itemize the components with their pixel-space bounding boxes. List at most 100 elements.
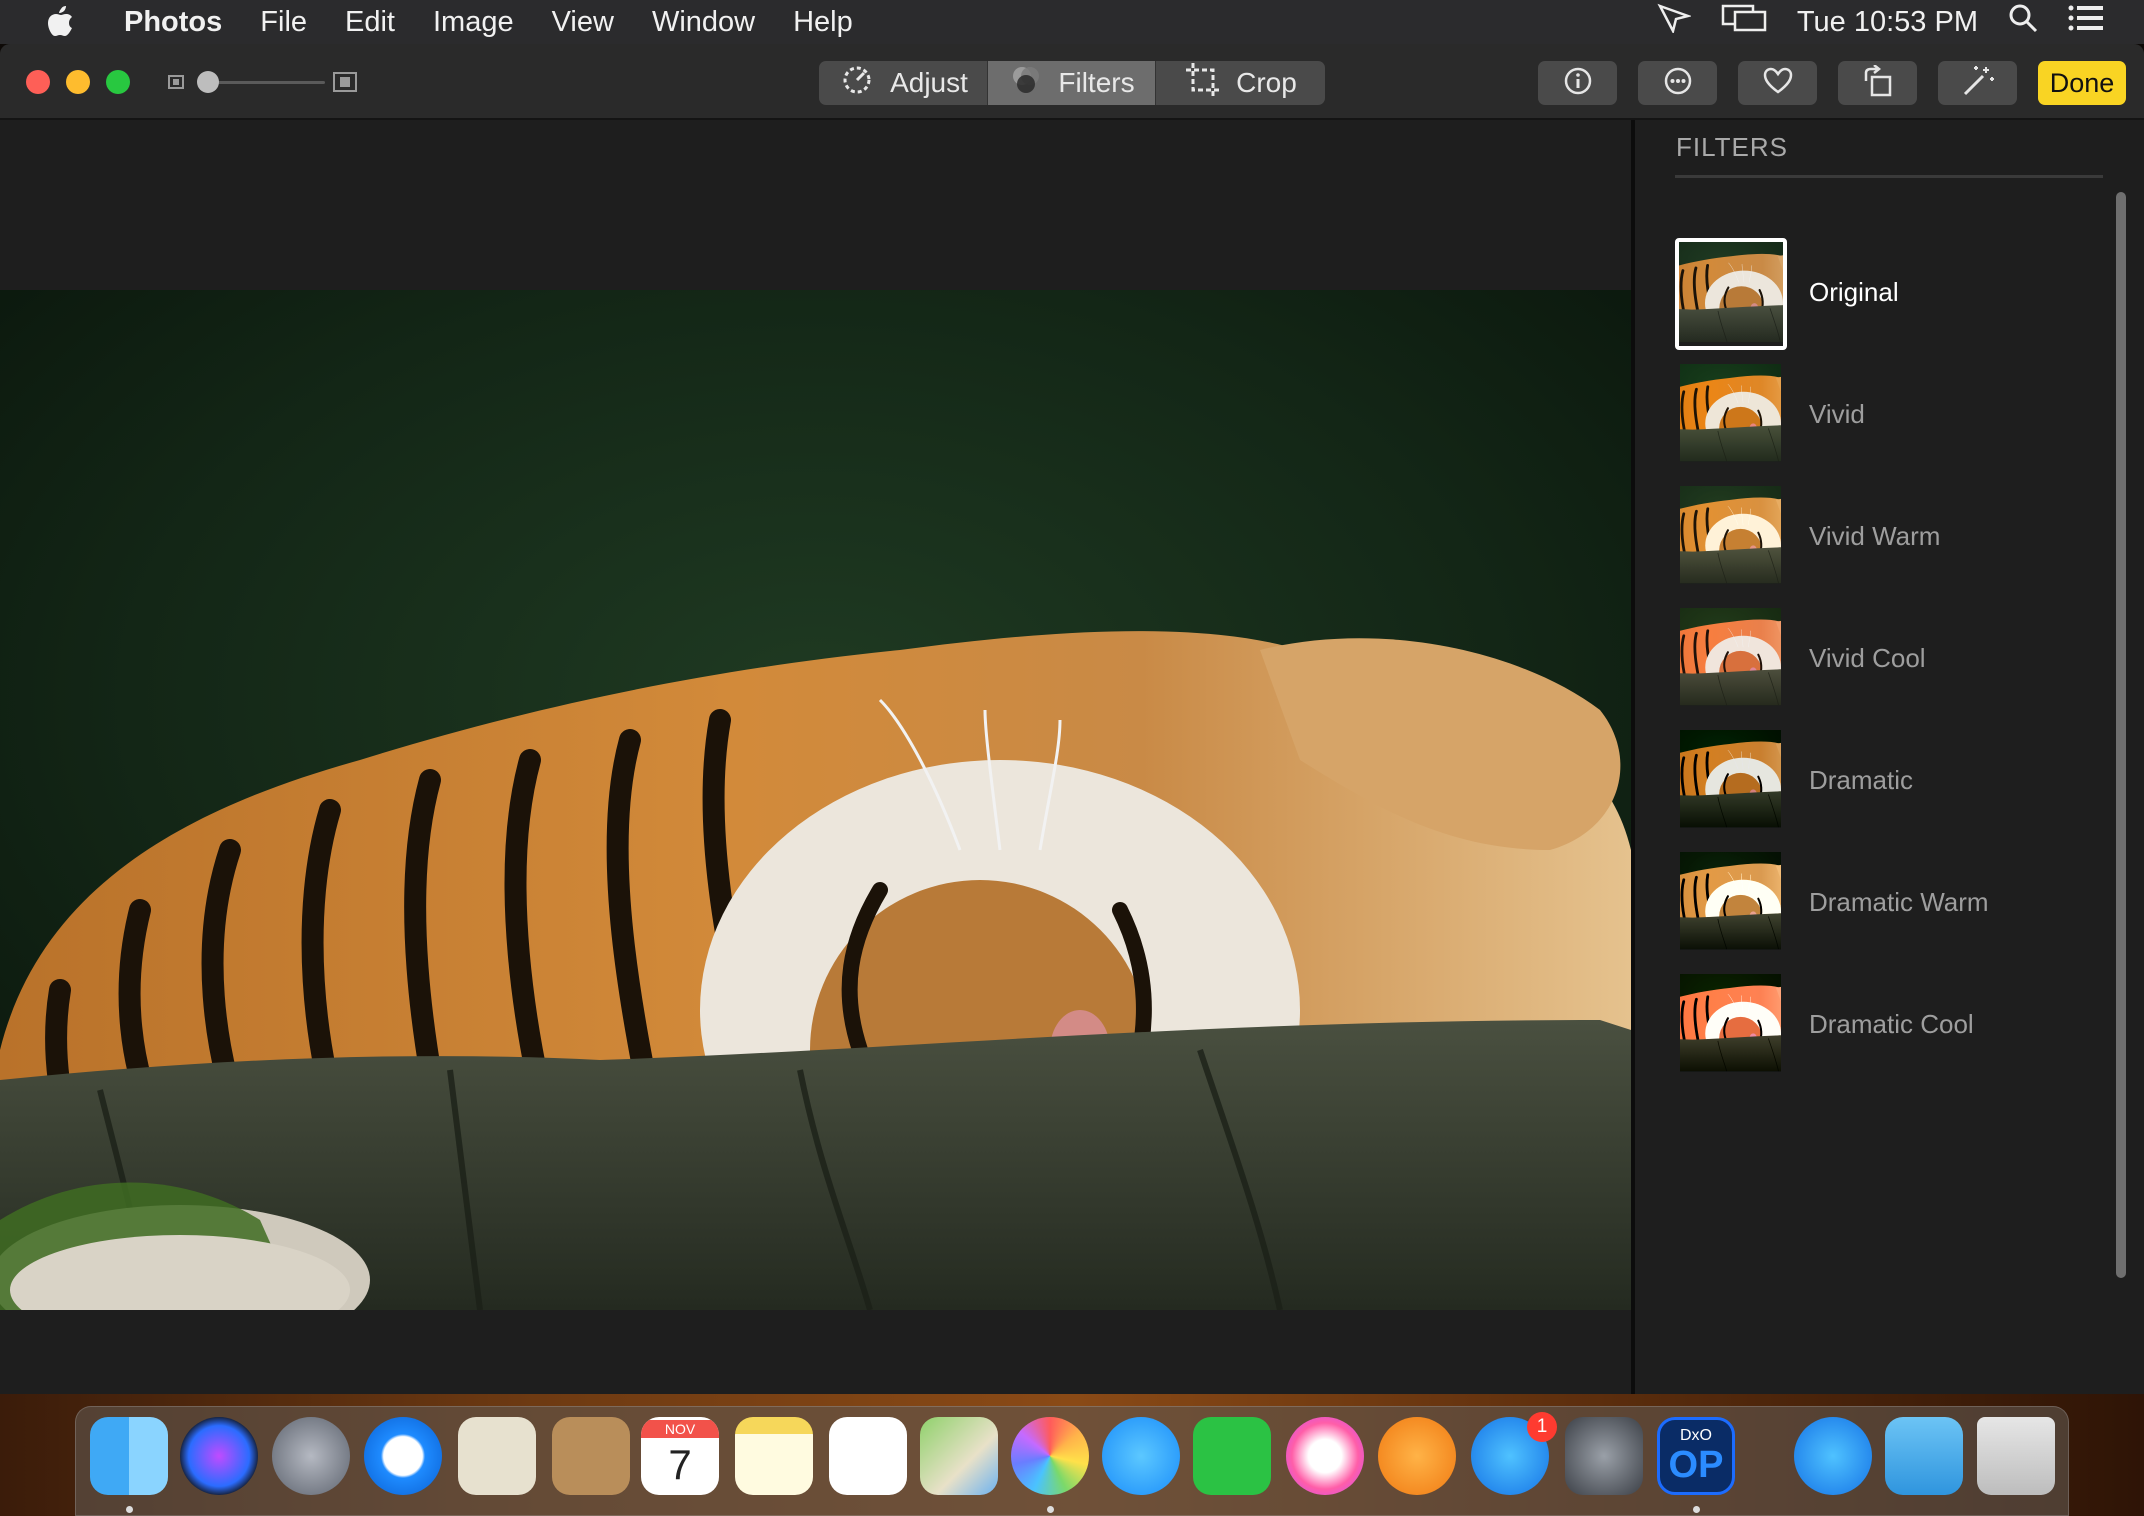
menu-view[interactable]: View (533, 6, 633, 39)
filter-name: Vivid (1809, 399, 1865, 429)
tab-filters[interactable]: Filters (987, 61, 1155, 105)
dxo-label-top: DxO (1680, 1427, 1712, 1444)
system-preferences-icon[interactable] (1565, 1417, 1643, 1495)
favorite-button[interactable] (1738, 61, 1817, 105)
menu-clock[interactable]: Tue 10:53 PM (1797, 6, 1978, 39)
facetime-icon[interactable] (1193, 1417, 1271, 1495)
filters-scrollbar-thumb[interactable] (2116, 192, 2126, 1278)
filters-list[interactable]: Original Vivid Vivid Warm Vivid Cool Dramati… (1675, 238, 2105, 1092)
adjust-dial-icon (838, 61, 876, 105)
filter-thumbnail (1680, 852, 1781, 953)
favorite-heart-icon (1763, 67, 1793, 100)
done-button[interactable]: Done (2038, 61, 2126, 105)
launchpad-icon[interactable] (272, 1417, 350, 1495)
filter-name: Original (1809, 277, 1899, 307)
mail-icon[interactable] (458, 1417, 536, 1495)
downloads-folder-icon[interactable] (1885, 1417, 1963, 1495)
airplay-icon[interactable] (1657, 3, 1693, 41)
edit-mode-segmented-control: Adjust Filters Crop (819, 61, 1325, 105)
filter-item[interactable]: Original (1675, 238, 2105, 352)
filter-thumbnail (1680, 486, 1781, 587)
filters-circles-icon (1008, 62, 1044, 105)
edit-toolbar: Adjust Filters Crop Done (0, 44, 2144, 120)
menu-image[interactable]: Image (414, 6, 533, 39)
filter-item[interactable]: Dramatic (1675, 730, 2105, 840)
apple-menu-icon[interactable] (38, 0, 82, 44)
filter-item[interactable]: Vivid Cool (1675, 608, 2105, 718)
filter-name: Dramatic Cool (1809, 1009, 1974, 1039)
messages-icon[interactable] (1102, 1417, 1180, 1495)
display-mirroring-icon[interactable] (1721, 3, 1767, 41)
info-icon (1563, 66, 1593, 101)
dock-running-indicator (1693, 1506, 1700, 1513)
filter-item[interactable]: Vivid Warm (1675, 486, 2105, 596)
tab-crop[interactable]: Crop (1155, 61, 1325, 105)
menu-help[interactable]: Help (774, 6, 872, 39)
spotlight-icon[interactable] (2008, 3, 2038, 41)
filters-scrollbar[interactable] (2115, 192, 2127, 1394)
tab-adjust[interactable]: Adjust (819, 61, 987, 105)
photo-canvas[interactable] (0, 120, 1631, 1394)
maps-icon[interactable] (920, 1417, 998, 1495)
dxo-opticspro-icon[interactable]: DxO OP (1657, 1417, 1735, 1495)
calendar-month: NOV (641, 1420, 719, 1438)
menu-file[interactable]: File (241, 6, 326, 39)
photo-image[interactable] (0, 290, 1631, 1310)
zoom-slider-track[interactable] (205, 81, 325, 84)
filter-item[interactable]: Dramatic Cool (1675, 974, 2105, 1084)
contacts-icon[interactable] (552, 1417, 630, 1495)
menu-app-photos[interactable]: Photos (110, 6, 241, 39)
window-close-button[interactable] (26, 70, 50, 94)
filters-heading-rule (1675, 175, 2103, 178)
filter-thumbnail (1680, 608, 1781, 709)
trash-icon[interactable] (1977, 1417, 2055, 1495)
dock-badge: 1 (1527, 1412, 1557, 1442)
auto-enhance-button[interactable] (1938, 61, 2017, 105)
filter-thumbnail (1680, 364, 1781, 465)
books-icon[interactable] (1378, 1417, 1456, 1495)
filter-item[interactable]: Vivid (1675, 364, 2105, 474)
dxo-label-bottom: OP (1668, 1444, 1724, 1486)
filters-heading: FILTERS (1676, 132, 1788, 162)
filter-thumbnail (1680, 974, 1781, 1075)
photos-edit-window: Adjust Filters Crop Done FILTERS Origina… (0, 44, 2144, 1394)
notification-center-icon[interactable] (2068, 5, 2104, 39)
filter-item[interactable]: Dramatic Warm (1675, 852, 2105, 962)
info-button[interactable] (1538, 61, 1617, 105)
filters-panel: FILTERS Original Vivid Vivid Warm Vivid Coo… (1635, 120, 2144, 1394)
window-fullscreen-button[interactable] (106, 70, 130, 94)
crop-icon (1184, 61, 1222, 105)
filter-name: Dramatic Warm (1809, 887, 1989, 917)
dock-running-indicator (126, 1506, 133, 1513)
finder-icon[interactable] (90, 1417, 168, 1495)
filter-name: Dramatic (1809, 765, 1914, 795)
more-options-icon (1663, 66, 1693, 101)
filter-name: Vivid Cool (1809, 643, 1926, 673)
menu-bar: Photos File Edit Image View Window Help … (0, 0, 2144, 44)
filter-thumbnail (1675, 238, 1787, 350)
notes-icon[interactable] (735, 1417, 813, 1495)
calendar-icon[interactable]: NOV 7 (641, 1417, 719, 1495)
rotate-button[interactable] (1838, 61, 1917, 105)
tab-crop-label: Crop (1236, 67, 1297, 98)
calendar-day: 7 (668, 1441, 692, 1488)
photos-icon[interactable] (1011, 1417, 1089, 1495)
reminders-icon[interactable] (829, 1417, 907, 1495)
window-minimize-button[interactable] (66, 70, 90, 94)
zoom-out-icon (168, 75, 184, 94)
menu-window[interactable]: Window (633, 6, 774, 39)
more-options-button[interactable] (1638, 61, 1717, 105)
siri-icon[interactable] (180, 1417, 258, 1495)
safari-icon[interactable] (364, 1417, 442, 1495)
itunes-icon[interactable] (1286, 1417, 1364, 1495)
auto-enhance-wand-icon (1961, 64, 1995, 103)
app-store-downloads-icon[interactable] (1794, 1417, 1872, 1495)
zoom-in-icon (333, 72, 357, 97)
zoom-slider-knob[interactable] (197, 71, 219, 93)
filter-name: Vivid Warm (1809, 521, 1941, 551)
tab-filters-label: Filters (1058, 67, 1135, 98)
tab-adjust-label: Adjust (890, 67, 968, 98)
zoom-slider[interactable] (165, 66, 365, 98)
menu-edit[interactable]: Edit (326, 6, 414, 39)
filter-thumbnail (1680, 730, 1781, 831)
